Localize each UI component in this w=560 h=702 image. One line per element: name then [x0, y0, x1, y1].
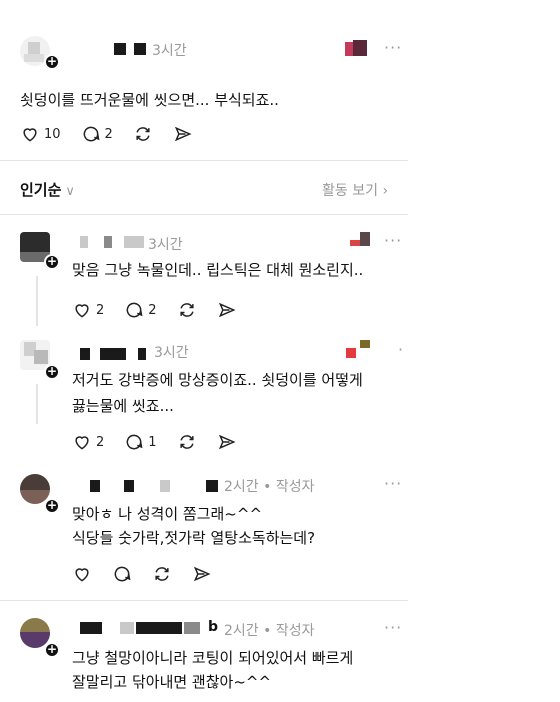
more-icon[interactable]: ··· — [384, 231, 402, 250]
repost-icon — [179, 435, 194, 449]
sort-label: 인기순 — [20, 181, 62, 199]
post-time: 3시간 — [152, 43, 187, 59]
author-badge — [346, 340, 372, 358]
comment-button[interactable]: 2 — [81, 124, 113, 144]
reply-time: 2시간 • 작성자 — [224, 623, 315, 639]
divider — [0, 214, 408, 215]
follow-plus-icon[interactable]: + — [44, 254, 60, 270]
reply-time: 2시간 • 작성자 — [224, 479, 315, 495]
author-name[interactable] — [80, 622, 102, 634]
like-count: 10 — [44, 126, 61, 142]
comment-button[interactable]: 1 — [124, 432, 157, 452]
share-icon — [193, 566, 211, 582]
author-name-part — [120, 622, 134, 634]
repost-icon — [136, 127, 150, 141]
author-name-part — [206, 480, 218, 492]
repost-button[interactable] — [177, 432, 197, 452]
repost-button[interactable] — [133, 124, 153, 144]
share-button[interactable] — [217, 432, 237, 452]
author-name[interactable] — [80, 236, 88, 248]
author-name-part — [124, 480, 134, 492]
more-icon[interactable]: ··· — [384, 618, 402, 637]
heart-icon — [75, 436, 89, 450]
author-name-part — [184, 622, 200, 634]
like-count: 2 — [96, 302, 105, 318]
repost-icon — [155, 567, 169, 581]
chevron-right-icon: › — [382, 183, 389, 199]
share-icon — [218, 302, 236, 318]
reply-text-line2: 잘말리고 닦아내면 괜찮아~^^ — [72, 673, 272, 691]
author-name-part — [134, 43, 146, 55]
activity-link[interactable]: 활동 보기 › — [322, 180, 388, 200]
author-name-part — [124, 236, 144, 248]
like-button[interactable] — [72, 564, 92, 584]
reply-text: 맞아ㅎ 나 성격이 쫌그래~^^ — [72, 505, 263, 523]
post-text: 쇳덩이를 뜨거운물에 씻으면... 부식되죠.. — [20, 91, 279, 109]
heart-icon — [23, 128, 37, 142]
author-name-part — [160, 480, 170, 492]
author-name-part — [136, 622, 182, 634]
thread-line — [36, 384, 38, 424]
more-icon[interactable]: ··· — [384, 38, 402, 57]
heart-icon — [75, 568, 89, 582]
like-button[interactable]: 2 — [72, 300, 104, 320]
follow-plus-icon[interactable]: + — [44, 364, 60, 380]
reply-text: 맞음 그냥 녹물인데.. 립스틱은 대체 뭔소린지.. — [72, 261, 364, 279]
repost-button[interactable] — [152, 564, 172, 584]
like-button[interactable]: 2 — [72, 432, 104, 452]
sort-dropdown[interactable]: 인기순 ∨ — [20, 179, 75, 200]
reply-text: 저거도 강박증에 망상증이죠.. 쇳덩이를 어떻게 — [72, 371, 363, 389]
author-badge — [345, 40, 367, 56]
author-name[interactable] — [90, 480, 100, 492]
divider — [0, 160, 408, 161]
comment-icon — [126, 434, 143, 450]
reply-time: 3시간 — [148, 237, 183, 253]
author-name-part — [104, 236, 112, 248]
heart-icon — [75, 304, 89, 318]
like-count: 2 — [96, 434, 105, 450]
follow-plus-icon[interactable]: + — [44, 642, 60, 658]
repost-icon — [179, 303, 194, 317]
follow-plus-icon[interactable]: + — [44, 498, 60, 514]
reply-text: 그냥 철망이아니라 코팅이 되어있어서 빠르게 — [72, 649, 354, 667]
comment-count: 1 — [148, 434, 157, 450]
author-name-part — [100, 348, 126, 360]
follow-plus-icon[interactable]: + — [44, 54, 60, 70]
share-button[interactable] — [192, 564, 212, 584]
comment-button[interactable] — [112, 564, 132, 584]
author-name-tail: b — [208, 619, 219, 635]
share-icon — [218, 434, 236, 450]
reply-text-line2: 끓는물에 씻죠... — [72, 397, 174, 415]
share-button[interactable] — [217, 300, 237, 320]
reply-time: 3시간 — [154, 345, 189, 361]
chevron-down-icon: ∨ — [65, 184, 75, 199]
author-name[interactable] — [114, 43, 126, 55]
comment-count: 2 — [148, 302, 157, 318]
reply-text-line2: 식당들 숫가락,젓가락 열탕소독하는데? — [72, 529, 316, 547]
author-name[interactable] — [80, 348, 90, 360]
author-name-part — [138, 348, 146, 360]
comment-icon — [114, 566, 131, 582]
activity-label: 활동 보기 — [322, 183, 378, 199]
more-icon[interactable]: · — [398, 340, 404, 359]
author-badge — [350, 232, 372, 246]
thread-line — [36, 276, 38, 326]
more-icon[interactable]: ··· — [384, 474, 402, 493]
share-button[interactable] — [173, 124, 193, 144]
comment-count: 2 — [104, 126, 113, 142]
divider — [0, 600, 408, 601]
comment-icon — [126, 302, 143, 318]
comment-icon — [83, 126, 100, 142]
like-button[interactable]: 10 — [20, 124, 61, 144]
comment-button[interactable]: 2 — [124, 300, 157, 320]
repost-button[interactable] — [177, 300, 197, 320]
share-icon — [174, 126, 192, 142]
